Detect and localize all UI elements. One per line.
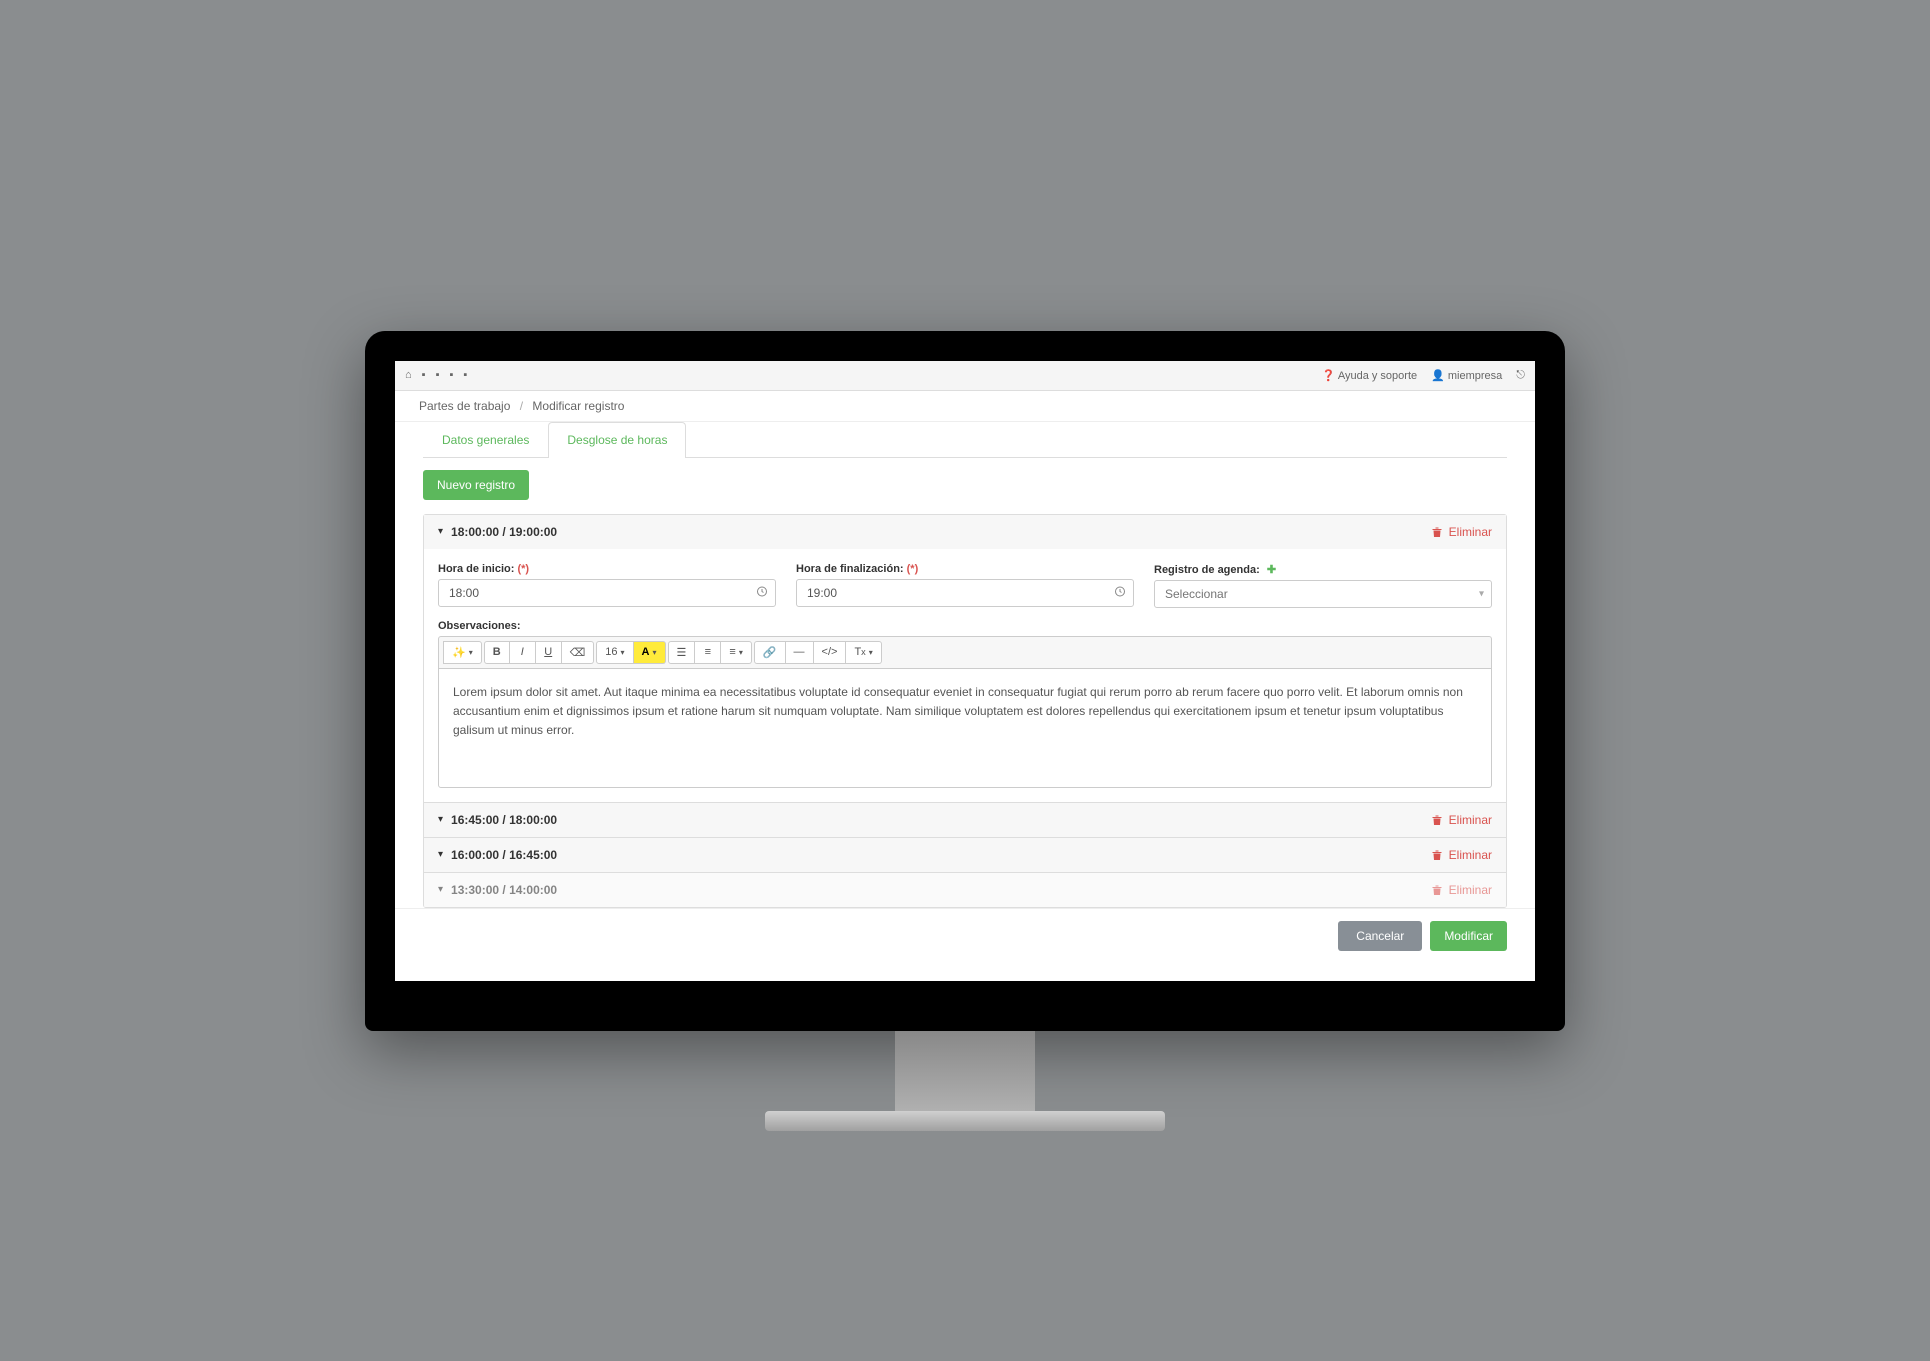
panel-header[interactable]: ▾ 16:45:00 / 18:00:00 Eliminar <box>424 803 1506 837</box>
toolbar-icon[interactable]: ▪ <box>436 369 440 381</box>
panel-header[interactable]: ▾ 16:00:00 / 16:45:00 Eliminar <box>424 838 1506 872</box>
fontsize-button[interactable]: 16 <box>596 641 633 664</box>
panel-title: 16:00:00 / 16:45:00 <box>451 848 557 862</box>
new-record-button[interactable]: Nuevo registro <box>423 470 529 500</box>
help-link[interactable]: ❓ Ayuda y soporte <box>1322 369 1417 382</box>
breadcrumb-separator: / <box>520 399 523 413</box>
align-button[interactable]: ≡ <box>721 641 751 664</box>
code-button[interactable]: </> <box>814 641 847 664</box>
ul-button[interactable]: ☰ <box>668 641 696 664</box>
panel-title: 16:45:00 / 18:00:00 <box>451 813 557 827</box>
time-panel: ▾ 16:45:00 / 18:00:00 Eliminar <box>424 803 1506 838</box>
logout-icon[interactable]: ⎋ <box>1516 369 1525 382</box>
time-panels: ▾ 18:00:00 / 19:00:00 Eliminar Hora de i… <box>423 514 1507 908</box>
breadcrumb-parent[interactable]: Partes de trabajo <box>419 399 510 413</box>
link-button[interactable]: 🔗 <box>754 641 786 664</box>
agenda-select[interactable] <box>1154 580 1492 608</box>
trash-icon <box>1431 884 1443 896</box>
panel-title: 13:30:00 / 14:00:00 <box>451 883 557 897</box>
underline-button[interactable]: U <box>536 641 562 664</box>
hr-button[interactable]: — <box>786 641 814 664</box>
modify-button[interactable]: Modificar <box>1430 921 1507 951</box>
trash-icon <box>1431 526 1443 538</box>
toolbar-icon[interactable]: ▪ <box>449 369 453 381</box>
delete-button[interactable]: Eliminar <box>1431 813 1492 827</box>
eraser-button[interactable]: ⌫ <box>562 641 595 664</box>
home-icon[interactable]: ⌂ <box>405 369 412 381</box>
delete-button[interactable]: Eliminar <box>1431 525 1492 539</box>
fontcolor-button[interactable]: A <box>634 641 666 664</box>
italic-button[interactable]: I <box>510 641 536 664</box>
caret-down-icon: ▾ <box>438 884 443 895</box>
start-time-label: Hora de inicio: (*) <box>438 563 776 575</box>
tab-breakdown[interactable]: Desglose de horas <box>548 422 686 458</box>
time-panel: ▾ 18:00:00 / 19:00:00 Eliminar Hora de i… <box>424 515 1506 803</box>
trash-icon <box>1431 849 1443 861</box>
end-time-input[interactable] <box>796 579 1134 607</box>
caret-down-icon: ▾ <box>438 814 443 825</box>
start-time-input[interactable] <box>438 579 776 607</box>
clock-icon[interactable] <box>756 585 768 600</box>
modal-footer: Cancelar Modificar <box>395 908 1535 963</box>
agenda-label: Registro de agenda: ✚ <box>1154 563 1492 576</box>
plus-icon[interactable]: ✚ <box>1267 564 1276 576</box>
magic-icon[interactable]: ✨ <box>443 641 482 664</box>
trash-icon <box>1431 814 1443 826</box>
tab-bar: Datos generales Desglose de horas <box>423 422 1507 458</box>
editor-toolbar: ✨ B I U ⌫ 16 A <box>438 636 1492 668</box>
observations-label: Observaciones: <box>438 620 1492 632</box>
cancel-button[interactable]: Cancelar <box>1338 921 1422 951</box>
toolbar-icon[interactable]: ▪ <box>463 369 467 381</box>
delete-button[interactable]: Eliminar <box>1431 883 1492 897</box>
toolbar-icon[interactable]: ▪ <box>422 369 426 381</box>
panel-header[interactable]: ▾ 18:00:00 / 19:00:00 Eliminar <box>424 515 1506 549</box>
panel-title: 18:00:00 / 19:00:00 <box>451 525 557 539</box>
tab-general[interactable]: Datos generales <box>423 422 548 457</box>
ol-button[interactable]: ≡ <box>695 641 721 664</box>
delete-button[interactable]: Eliminar <box>1431 848 1492 862</box>
bold-button[interactable]: B <box>484 641 510 664</box>
breadcrumb: Partes de trabajo / Modificar registro <box>395 391 1535 422</box>
company-link[interactable]: 👤 miempresa <box>1431 369 1502 382</box>
end-time-label: Hora de finalización: (*) <box>796 563 1134 575</box>
caret-down-icon: ▾ <box>438 849 443 860</box>
observations-editor[interactable]: Lorem ipsum dolor sit amet. Aut itaque m… <box>438 668 1492 788</box>
app-toolbar: ⌂ ▪ ▪ ▪ ▪ ❓ Ayuda y soporte 👤 miempresa … <box>395 361 1535 391</box>
caret-down-icon: ▾ <box>438 526 443 537</box>
panel-header[interactable]: ▾ 13:30:00 / 14:00:00 Eliminar <box>424 873 1506 907</box>
breadcrumb-current: Modificar registro <box>532 399 624 413</box>
time-panel: ▾ 13:30:00 / 14:00:00 Eliminar <box>424 873 1506 907</box>
clear-format-button[interactable]: Tx <box>846 641 881 664</box>
time-panel: ▾ 16:00:00 / 16:45:00 Eliminar <box>424 838 1506 873</box>
clock-icon[interactable] <box>1114 585 1126 600</box>
